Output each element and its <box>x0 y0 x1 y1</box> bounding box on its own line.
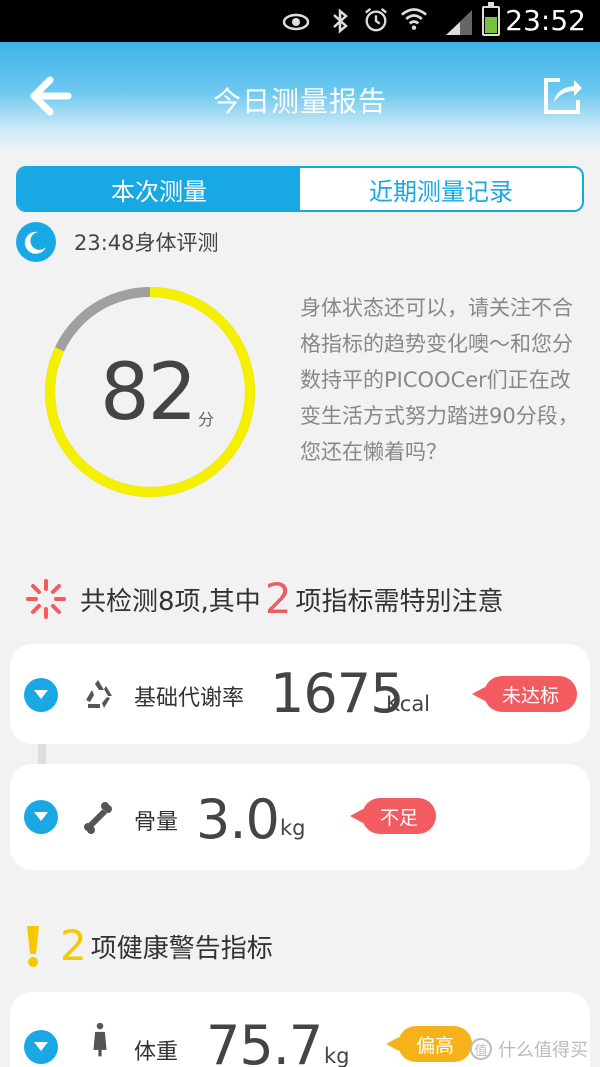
exclamation-icon <box>27 926 39 967</box>
app-header: 今日测量报告 <box>0 42 600 152</box>
metric-value: 75.7 <box>206 1014 323 1067</box>
score-value: 82 <box>100 348 197 438</box>
attention-section-header: 共检测8项,其中 2 项指标需特别注意 <box>24 574 504 624</box>
evaluation-row: 23:48身体评测 <box>16 222 219 262</box>
warning-section-header: 2 项健康警告指标 <box>22 918 273 974</box>
expand-chevron-icon[interactable] <box>24 800 58 834</box>
bluetooth-icon <box>333 8 348 34</box>
metric-unit: kg <box>280 816 306 840</box>
status-badge: 未达标 <box>471 676 578 712</box>
expand-chevron-icon[interactable] <box>24 1030 58 1064</box>
tab-bar: 本次测量 近期测量记录 <box>16 166 584 212</box>
signal-icon <box>446 10 472 35</box>
score-description: 身体状态还可以，请关注不合格指标的趋势变化噢～和您分数持平的PICOOCer们正… <box>300 296 579 464</box>
wifi-icon <box>401 8 427 30</box>
watermark-text: 什么值得买 <box>498 1040 588 1061</box>
metric-unit: kg <box>324 1044 350 1067</box>
alert-burst-icon <box>26 579 66 619</box>
watermark-logo-icon: 值 <box>470 1038 492 1060</box>
attention-prefix: 共检测8项,其中 <box>80 586 261 617</box>
eye-icon <box>282 13 310 31</box>
expand-chevron-icon[interactable] <box>24 678 58 712</box>
status-time: 23:52 <box>505 4 586 37</box>
page-title: 今日测量报告 <box>212 85 387 118</box>
share-icon[interactable] <box>540 74 584 118</box>
status-badge: 不足 <box>349 798 437 834</box>
status-bar: 23:52 <box>0 0 600 42</box>
recycle-icon <box>86 680 112 708</box>
tab-current-measurement[interactable]: 本次测量 <box>18 168 300 210</box>
person-icon <box>93 1022 107 1057</box>
status-badge: 偏高 <box>385 1026 473 1062</box>
alarm-icon <box>365 7 387 32</box>
metric-value: 3.0 <box>196 788 280 851</box>
warning-suffix: 项健康警告指标 <box>90 933 273 964</box>
card-connector <box>38 744 46 764</box>
score-unit: 分 <box>198 410 215 429</box>
watermark: 值 什么值得买 <box>470 1036 588 1062</box>
attention-suffix: 项指标需特别注意 <box>295 586 504 617</box>
metric-value: 1675 <box>270 662 404 725</box>
bone-icon <box>84 802 112 834</box>
evaluation-label: 23:48身体评测 <box>74 231 219 255</box>
moon-icon <box>16 222 56 262</box>
metric-unit: Kcal <box>386 692 431 716</box>
tab-recent-records[interactable]: 近期测量记录 <box>300 168 582 210</box>
battery-icon <box>482 2 500 36</box>
metric-card-bmr[interactable]: 基础代谢率 1675 Kcal 未达标 <box>10 644 590 744</box>
attention-count: 2 <box>264 574 292 623</box>
metric-label: 骨量 <box>134 810 179 835</box>
metric-label: 体重 <box>134 1040 179 1065</box>
metric-card-bone-mass[interactable]: 骨量 3.0 kg 不足 <box>10 764 590 870</box>
metric-label: 基础代谢率 <box>134 686 245 711</box>
warning-count: 2 <box>60 921 87 970</box>
